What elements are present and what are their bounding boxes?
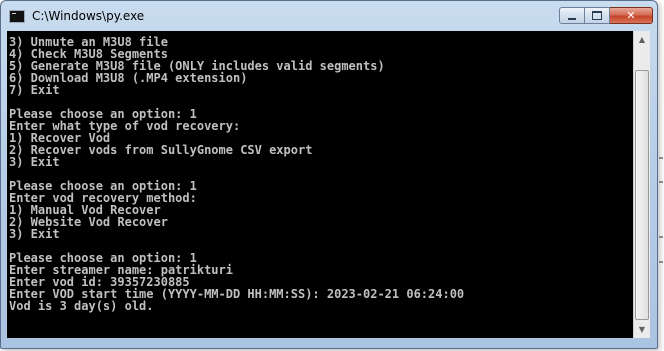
minimize-icon bbox=[568, 17, 576, 20]
close-button[interactable]: ✕ bbox=[610, 7, 653, 24]
scrollbar-thumb[interactable] bbox=[635, 70, 649, 320]
console-output[interactable]: 3) Unmute an M3U8 file 4) Check M3U8 Segm… bbox=[7, 31, 633, 338]
console-line: Vod is 3 day(s) old. bbox=[9, 299, 154, 313]
edge-mark bbox=[659, 157, 663, 159]
vertical-scrollbar[interactable]: ▲ ▼ bbox=[633, 31, 650, 338]
console-line: 7) Exit bbox=[9, 83, 60, 97]
scroll-down-icon[interactable]: ▼ bbox=[634, 321, 650, 338]
minimize-button[interactable] bbox=[559, 7, 585, 24]
console-app-icon[interactable] bbox=[9, 10, 25, 23]
edge-mark bbox=[659, 181, 663, 183]
background-edge bbox=[656, 0, 664, 351]
maximize-icon bbox=[592, 11, 602, 20]
console-line: 3) Exit bbox=[9, 155, 60, 169]
maximize-button[interactable] bbox=[585, 7, 610, 24]
caption-buttons: ✕ bbox=[559, 7, 653, 24]
window-title: C:\Windows\py.exe bbox=[32, 9, 145, 23]
title-bar[interactable]: C:\Windows\py.exe ✕ bbox=[1, 1, 657, 31]
edge-mark bbox=[659, 261, 663, 263]
console-line: 2) Recover vods from SullyGnome CSV expo… bbox=[9, 143, 313, 157]
console-line: 6) Download M3U8 (.MP4 extension) bbox=[9, 71, 248, 85]
close-icon: ✕ bbox=[626, 9, 636, 22]
edge-mark bbox=[659, 236, 663, 238]
console-line: 3) Exit bbox=[9, 227, 60, 241]
console-text: 3) Unmute an M3U8 file 4) Check M3U8 Segm… bbox=[9, 36, 464, 312]
console-line: 2) Website Vod Recover bbox=[9, 215, 168, 229]
scroll-up-icon[interactable]: ▲ bbox=[634, 31, 650, 48]
